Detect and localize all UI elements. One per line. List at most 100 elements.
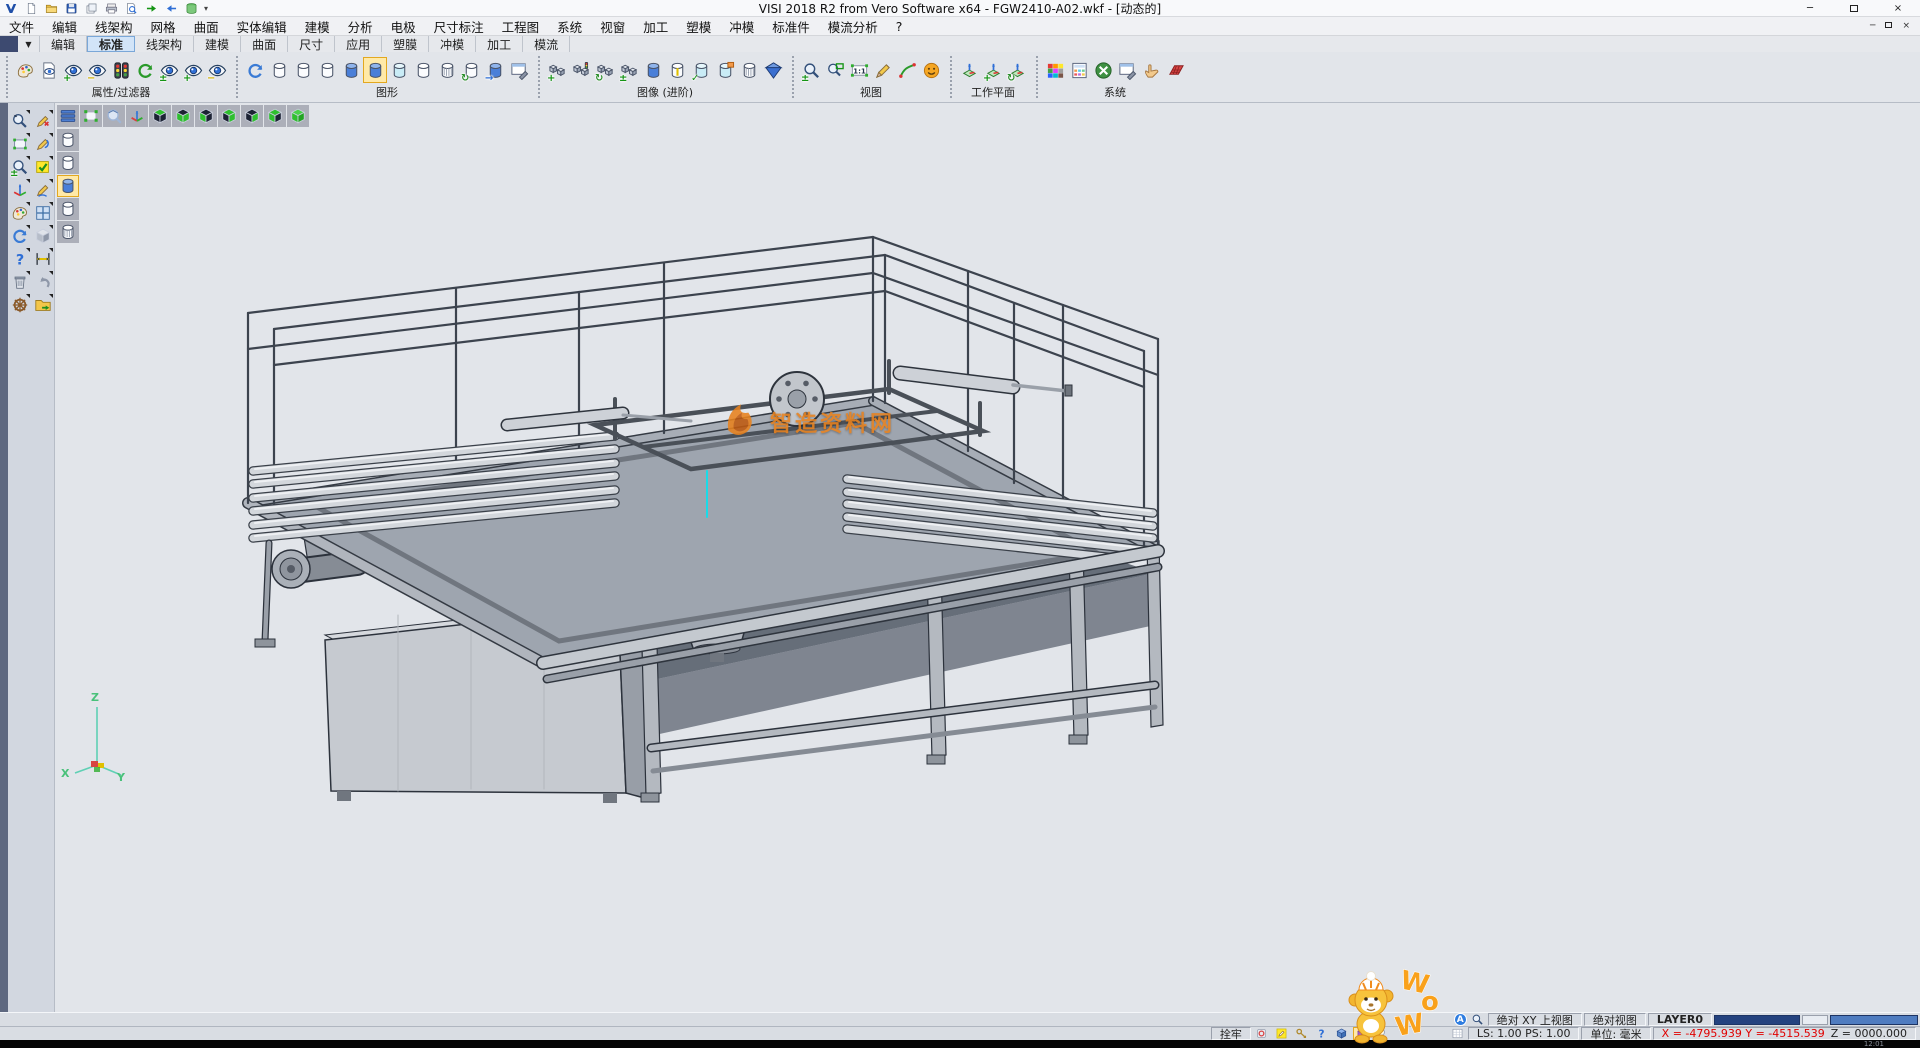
view-bottom-icon[interactable] [172,105,194,127]
image-add-icon[interactable]: + [545,57,569,83]
menu-item[interactable]: 塑模 [677,17,720,36]
database-icon[interactable] [182,1,200,16]
wireframe-view-icon[interactable] [267,57,291,83]
save-file-icon[interactable] [62,1,80,16]
tab-item[interactable]: 塑膜 [382,36,429,52]
tab-active[interactable]: 标准 [87,36,135,52]
restore-button[interactable] [1832,0,1876,17]
system-config-icon[interactable] [1091,57,1115,83]
status-lamp-icon[interactable] [1373,1027,1390,1040]
section-display-icon[interactable] [665,57,689,83]
menu-item[interactable]: 文件 [0,17,43,36]
attribute-examine-icon[interactable] [37,57,61,83]
menu-item[interactable]: 系统 [548,17,591,36]
navigator-icon[interactable] [8,293,31,316]
tab-item[interactable]: 曲面 [241,36,288,52]
layer-segment[interactable]: LAYER0 [1648,1013,1712,1026]
shaded-view-icon[interactable] [339,57,363,83]
menu-item[interactable]: 加工 [634,17,677,36]
select-window-icon[interactable] [80,105,102,127]
view-top-icon[interactable] [149,105,171,127]
display-hidden-icon[interactable] [57,152,79,174]
save-all-icon[interactable] [82,1,100,16]
status-search-icon[interactable] [1469,1013,1486,1026]
filter-reset-icon[interactable] [133,57,157,83]
tab-item[interactable]: 尺寸 [288,36,335,52]
print-preview-icon[interactable] [122,1,140,16]
window-panes-icon[interactable] [31,201,54,224]
selection-hand-icon[interactable] [1139,57,1163,83]
sketch-curve-icon[interactable] [31,132,54,155]
axis-views-icon[interactable] [126,105,148,127]
view-back-icon[interactable] [218,105,240,127]
delete-icon[interactable] [8,270,31,293]
grid-snap-icon[interactable] [1163,57,1187,83]
status-key-icon[interactable] [1293,1027,1310,1040]
examine-zoom-icon[interactable] [8,109,31,132]
doc-minimize-button[interactable]: ─ [1870,21,1875,31]
regen-solid-icon[interactable]: ↻ [459,57,483,83]
display-hatch-icon[interactable] [57,221,79,243]
show-all-icon[interactable]: + [181,57,205,83]
attributes-brush-icon[interactable] [8,201,31,224]
absolute-view-segment[interactable]: 绝对视图 [1584,1013,1646,1026]
import-icon[interactable] [142,1,160,16]
menu-item[interactable]: 分析 [339,17,382,36]
open-file-icon[interactable] [42,1,60,16]
image-toggle-icon[interactable]: ± [617,57,641,83]
menu-item[interactable]: 网格 [142,17,185,36]
display-shaded-icon[interactable] [57,175,79,197]
options-window-icon[interactable] [1115,57,1139,83]
orientation-axis-icon[interactable] [8,178,31,201]
tab-item[interactable]: 冲模 [429,36,476,52]
zoom-dynamic-icon[interactable]: ± [799,57,823,83]
viewport-menu-icon[interactable] [57,105,79,127]
status-edit-icon[interactable] [1273,1027,1290,1040]
hatched-view-icon[interactable] [435,57,459,83]
view-vector-icon[interactable] [895,57,919,83]
dimension-icon[interactable] [31,247,54,270]
export-folder-icon[interactable] [31,293,54,316]
shaded-cube-icon[interactable] [761,57,785,83]
tab-item[interactable]: 编辑 [40,36,87,52]
visibility-toggle-icon[interactable]: ± [157,57,181,83]
zoom-window-icon[interactable] [823,57,847,83]
status-help-icon[interactable]: ? [1313,1027,1330,1040]
tab-item[interactable]: 建模 [194,36,241,52]
redraw-icon[interactable] [243,57,267,83]
help-icon[interactable]: ? [8,247,31,270]
show-add-icon[interactable]: + [61,57,85,83]
view-right-icon[interactable] [241,105,263,127]
tab-item[interactable]: 模流 [523,36,570,52]
tab-item[interactable]: 应用 [335,36,382,52]
menu-item[interactable]: 电极 [382,17,425,36]
new-file-icon[interactable] [22,1,40,16]
menu-item[interactable]: 模流分析 [819,17,887,36]
print-icon[interactable] [102,1,120,16]
graphics-options-icon[interactable] [507,57,531,83]
tab-dropdown-icon[interactable]: ▼ [18,36,40,52]
undo-icon[interactable] [31,270,54,293]
snap-lock-toggle[interactable]: 拴牢 [1211,1027,1251,1040]
menu-item[interactable]: 冲模 [720,17,763,36]
close-button[interactable]: × [1876,0,1920,17]
menu-item[interactable]: 视窗 [591,17,634,36]
selection-filter-icon[interactable] [109,57,133,83]
display-wireframe-icon[interactable] [57,129,79,151]
view-mode-segment[interactable]: 绝对 XY 上视图 [1488,1013,1582,1026]
layer-table-icon[interactable] [1067,57,1091,83]
menu-item[interactable]: 实体编辑 [228,17,296,36]
status-lock-icon[interactable] [1253,1027,1270,1040]
selection-box-icon[interactable] [8,132,31,155]
minimize-button[interactable]: ─ [1788,0,1832,17]
solid-cube-icon[interactable] [31,224,54,247]
viewport-3d[interactable]: 智造资料网 Z X Y [55,103,1920,1012]
dashed-hidden-view-icon[interactable] [315,57,339,83]
zoom-views-icon[interactable] [103,105,125,127]
confirm-check-icon[interactable] [31,155,54,178]
zoom-options-icon[interactable]: ± [8,155,31,178]
view-front-icon[interactable] [264,105,286,127]
workplane-standard-icon[interactable] [957,57,981,83]
render-icon[interactable] [919,57,943,83]
display-ghost-icon[interactable] [57,198,79,220]
